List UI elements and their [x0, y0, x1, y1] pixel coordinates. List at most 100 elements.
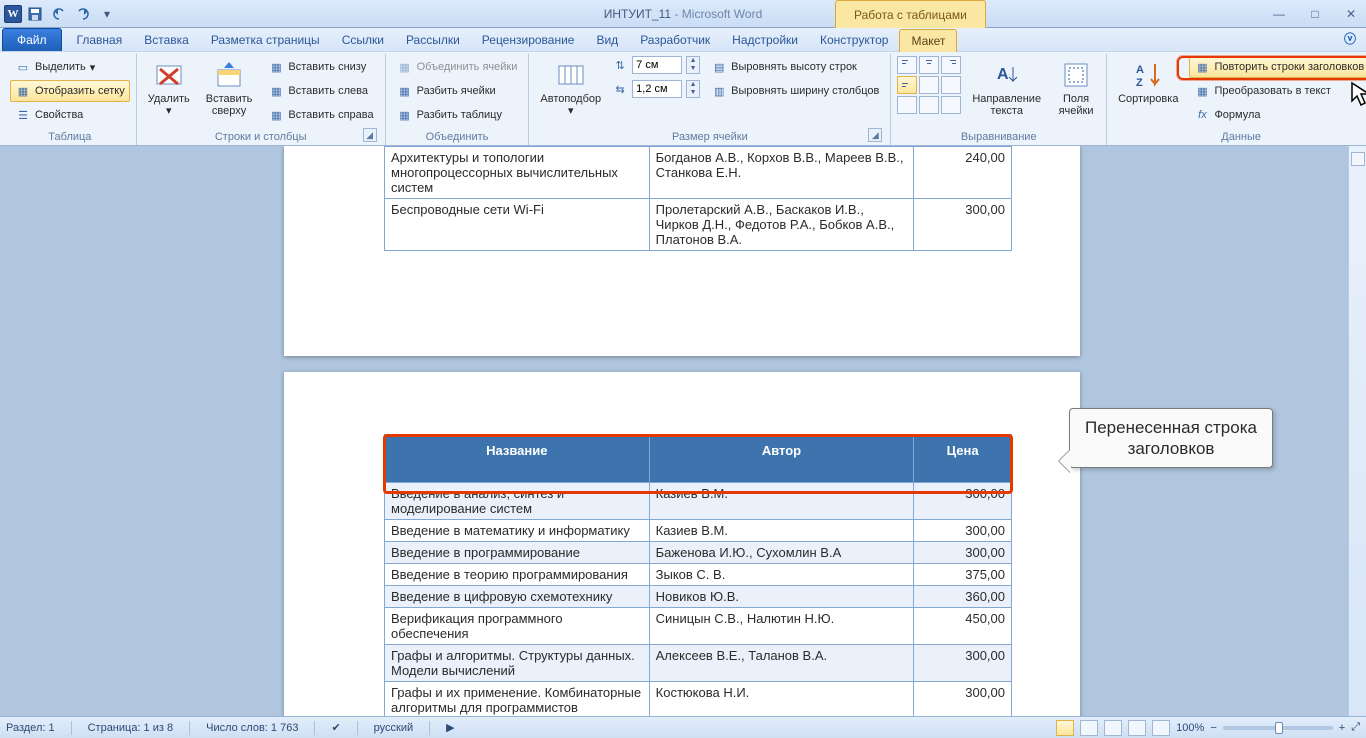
tab-addins[interactable]: Надстройки — [721, 29, 809, 51]
tab-insert[interactable]: Вставка — [133, 29, 200, 51]
select-button[interactable]: ▭Выделить ▾ — [10, 56, 130, 78]
tab-developer[interactable]: Разработчик — [629, 29, 721, 51]
redo-icon[interactable] — [72, 3, 94, 25]
view-full-screen[interactable] — [1080, 720, 1098, 736]
zoom-level[interactable]: 100% — [1176, 722, 1204, 734]
view-outline[interactable] — [1128, 720, 1146, 736]
insert-left-button[interactable]: ▦Вставить слева — [263, 80, 378, 102]
minimize-icon[interactable]: — — [1270, 7, 1288, 21]
status-word-count[interactable]: Число слов: 1 763 — [206, 722, 298, 734]
status-section[interactable]: Раздел: 1 — [6, 722, 55, 734]
align-mid-left[interactable] — [897, 76, 917, 94]
col-width-icon: ⇆ — [612, 81, 628, 97]
table-row[interactable]: Введение в цифровую схемотехникуНовиков … — [385, 586, 1012, 608]
tab-references[interactable]: Ссылки — [331, 29, 395, 51]
distribute-rows-button[interactable]: ▤Выровнять высоту строк — [706, 56, 884, 78]
sort-button[interactable]: AZ Сортировка — [1113, 56, 1183, 108]
dialog-launcher-icon[interactable]: ◢ — [868, 128, 882, 142]
view-draft[interactable] — [1152, 720, 1170, 736]
table-row[interactable]: Беспроводные сети Wi-Fi Пролетарский А.В… — [385, 199, 1012, 251]
view-print-layout[interactable] — [1056, 720, 1074, 736]
align-top-right[interactable] — [941, 56, 961, 74]
zoom-in-button[interactable]: + — [1339, 722, 1345, 734]
table-row[interactable]: Введение в программированиеБаженова И.Ю.… — [385, 542, 1012, 564]
status-macro-icon[interactable]: ▶ — [446, 721, 454, 734]
align-mid-center[interactable] — [919, 76, 939, 94]
row-height-input[interactable]: ⇅ ▲▼ — [612, 56, 700, 74]
save-icon[interactable] — [24, 3, 46, 25]
status-page[interactable]: Страница: 1 из 8 — [88, 722, 174, 734]
undo-icon[interactable] — [48, 3, 70, 25]
delete-button[interactable]: Удалить▾ — [143, 56, 195, 120]
zoom-slider[interactable] — [1223, 726, 1333, 730]
tab-design[interactable]: Конструктор — [809, 29, 899, 51]
align-mid-right[interactable] — [941, 76, 961, 94]
grid-icon: ▦ — [15, 83, 31, 99]
tab-file[interactable]: Файл — [2, 28, 62, 51]
qat-customize-icon[interactable]: ▾ — [96, 3, 118, 25]
tab-review[interactable]: Рецензирование — [471, 29, 586, 51]
insert-below-button[interactable]: ▦Вставить снизу — [263, 56, 378, 78]
col-width-input[interactable]: ⇆ ▲▼ — [612, 80, 700, 98]
tab-layout[interactable]: Макет — [899, 29, 957, 52]
group-label: Данные — [1113, 130, 1366, 144]
tab-view[interactable]: Вид — [585, 29, 629, 51]
ribbon: ▭Выделить ▾ ▦Отобразить сетку ☰Свойства … — [0, 52, 1366, 146]
props-icon: ☰ — [15, 107, 31, 123]
maximize-icon[interactable]: □ — [1306, 7, 1324, 21]
split-cells-button[interactable]: ▦Разбить ячейки — [392, 80, 523, 102]
status-language[interactable]: русский — [374, 722, 413, 734]
zoom-fit-icon[interactable]: ⤢ — [1351, 721, 1360, 734]
split-table-button[interactable]: ▦Разбить таблицу — [392, 104, 523, 126]
cell-margins-button[interactable]: Поля ячейки — [1052, 56, 1100, 120]
data-table[interactable]: Архитектуры и топологии многопроцессорны… — [384, 146, 1012, 251]
view-gridlines-button[interactable]: ▦Отобразить сетку — [10, 80, 130, 102]
document-area[interactable]: Архитектуры и топологии многопроцессорны… — [0, 146, 1348, 716]
align-bot-right[interactable] — [941, 96, 961, 114]
tab-home[interactable]: Главная — [66, 29, 134, 51]
insert-above-button[interactable]: Вставить сверху — [201, 56, 258, 120]
table-row[interactable]: Архитектуры и топологии многопроцессорны… — [385, 147, 1012, 199]
ribbon-help-icon[interactable]: ⓥ — [1344, 30, 1356, 47]
table-row[interactable]: Введение в математику и информатикуКазие… — [385, 520, 1012, 542]
alignment-grid[interactable] — [897, 56, 961, 114]
word-app-icon[interactable]: W — [4, 5, 22, 23]
data-table[interactable]: Название Автор Цена Введение в анализ, с… — [384, 434, 1012, 716]
row-height-icon: ⇅ — [612, 57, 628, 73]
title-bar: W ▾ ИНТУИТ_11 - Microsoft Word Работа с … — [0, 0, 1366, 28]
table-row[interactable]: Графы и их применение. Комбинаторные алг… — [385, 682, 1012, 717]
spinner[interactable]: ▲▼ — [686, 56, 700, 74]
properties-button[interactable]: ☰Свойства — [10, 104, 130, 126]
zoom-out-button[interactable]: − — [1210, 722, 1216, 734]
group-label: Выравнивание — [897, 130, 1100, 144]
table-row[interactable]: Верификация программного обеспеченияСини… — [385, 608, 1012, 645]
align-top-center[interactable] — [919, 56, 939, 74]
formula-button[interactable]: fxФормула — [1189, 104, 1366, 126]
status-spell-icon[interactable]: ✔ — [331, 721, 340, 734]
ruler-toggle-icon[interactable] — [1351, 152, 1365, 166]
table-row[interactable]: Графы и алгоритмы. Структуры данных. Мод… — [385, 645, 1012, 682]
table-row[interactable]: Введение в теорию программированияЗыков … — [385, 564, 1012, 586]
text-direction-button[interactable]: A Направление текста — [967, 56, 1046, 120]
convert-to-text-button[interactable]: ▦Преобразовать в текст — [1189, 80, 1366, 102]
insert-right-button[interactable]: ▦Вставить справа — [263, 104, 378, 126]
tab-pagelayout[interactable]: Разметка страницы — [200, 29, 331, 51]
autofit-button[interactable]: Автоподбор▾ — [535, 56, 606, 120]
close-icon[interactable]: ✕ — [1342, 7, 1360, 21]
row-height-field[interactable] — [632, 56, 682, 74]
table-row[interactable]: Введение в анализ, синтез и моделировани… — [385, 483, 1012, 520]
align-bot-center[interactable] — [919, 96, 939, 114]
distribute-cols-button[interactable]: ▥Выровнять ширину столбцов — [706, 80, 884, 102]
dialog-launcher-icon[interactable]: ◢ — [363, 128, 377, 142]
window-controls: — □ ✕ — [1270, 7, 1360, 21]
align-top-left[interactable] — [897, 56, 917, 74]
align-bot-left[interactable] — [897, 96, 917, 114]
group-merge: ▦Объединить ячейки ▦Разбить ячейки ▦Разб… — [386, 54, 530, 145]
spinner[interactable]: ▲▼ — [686, 80, 700, 98]
col-width-field[interactable] — [632, 80, 682, 98]
tab-mailings[interactable]: Рассылки — [395, 29, 471, 51]
view-web-layout[interactable] — [1104, 720, 1122, 736]
repeat-header-rows-button[interactable]: ▦Повторить строки заголовков — [1189, 56, 1366, 78]
svg-text:Z: Z — [1136, 77, 1143, 89]
table-header-row[interactable]: Название Автор Цена — [385, 435, 1012, 483]
